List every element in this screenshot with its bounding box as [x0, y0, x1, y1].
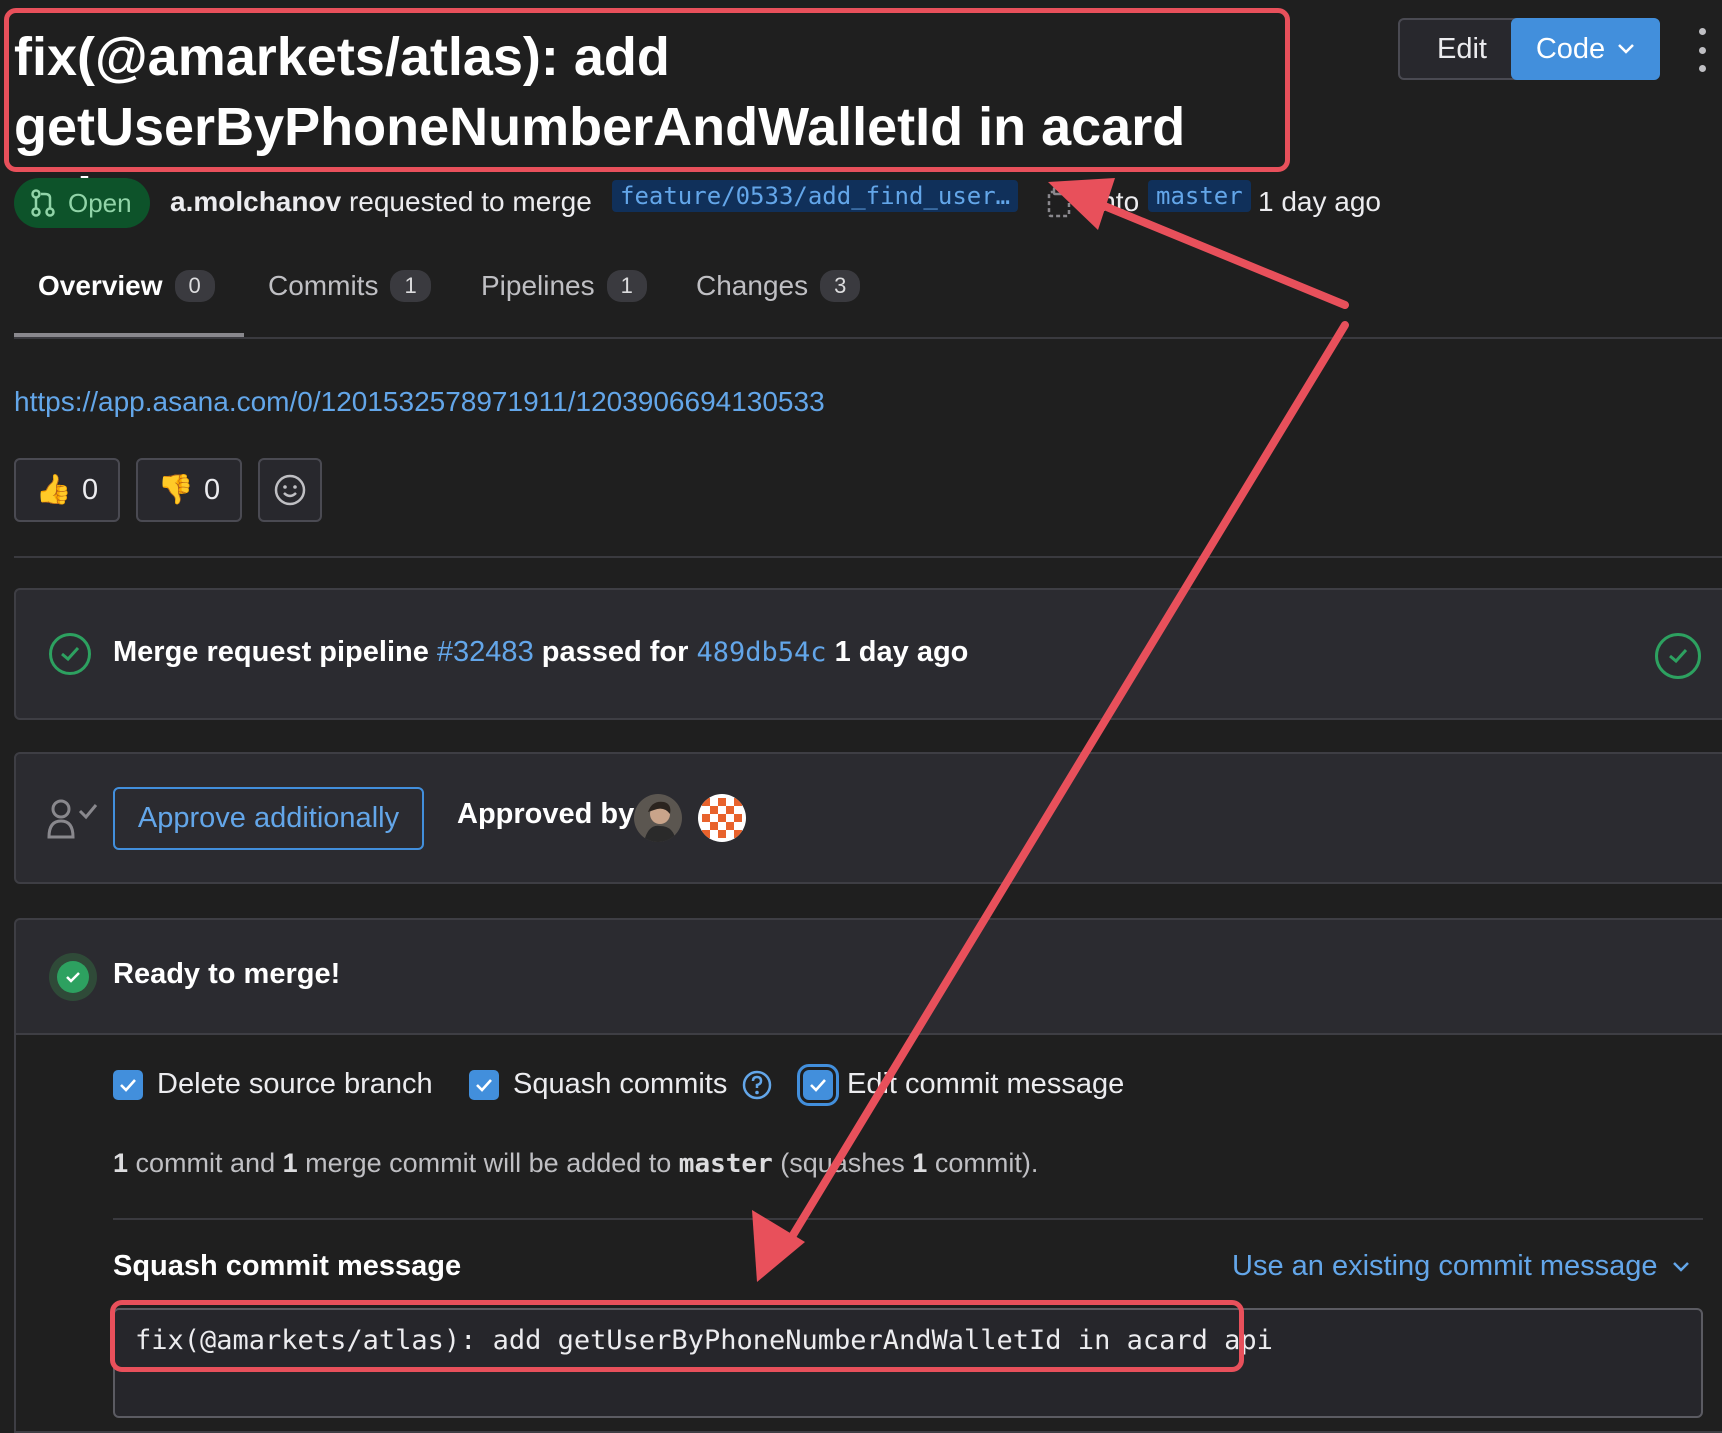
squash-commit-message-label: Squash commit message [113, 1250, 462, 1282]
tab-commits[interactable]: Commits 1 [268, 270, 431, 302]
code-button-label: Code [1535, 32, 1606, 65]
merge-meta: a.molchanov requested to merge [170, 182, 592, 222]
requested-text: requested to merge [348, 186, 592, 217]
pipeline-commit-link[interactable]: 489db54c [697, 637, 827, 668]
pipeline-stage-icon[interactable] [1655, 633, 1701, 679]
author-link[interactable]: a.molchanov [170, 186, 341, 217]
into-text: into [1094, 186, 1140, 217]
thumbs-down-icon: 👎 [157, 474, 194, 506]
divider [14, 556, 1722, 558]
edit-commit-message-label: Edit commit message [847, 1068, 1125, 1100]
created-time: 1 day ago [1258, 186, 1381, 217]
tab-overview[interactable]: Overview 0 [38, 270, 215, 302]
thumbs-up-icon: 👍 [35, 474, 72, 506]
merge-request-icon [31, 189, 55, 217]
tab-changes-label: Changes [696, 270, 809, 301]
approver-avatar[interactable] [634, 794, 682, 842]
tab-changes[interactable]: Changes 3 [696, 270, 861, 302]
pipeline-passed-icon[interactable] [49, 633, 91, 675]
ready-to-merge-title: Ready to merge! [113, 958, 341, 990]
chevron-down-icon [1618, 44, 1635, 54]
commit-message-highlight-box [110, 1300, 1244, 1372]
approval-user-check-icon [47, 799, 98, 839]
source-branch-link[interactable]: feature/0533/add_find_user… [612, 180, 1019, 212]
thumbs-up-button[interactable]: 👍 0 [14, 458, 120, 522]
thumbs-down-count: 0 [203, 473, 221, 506]
tab-overview-label: Overview [38, 270, 163, 301]
squash-commits-label: Squash commits [513, 1068, 728, 1100]
approver-avatar[interactable] [698, 794, 746, 842]
checkbox-checked-icon[interactable] [469, 1069, 499, 1100]
add-reaction-button[interactable] [258, 458, 322, 522]
use-existing-commit-message-dropdown[interactable]: Use an existing commit message [1232, 1250, 1690, 1283]
thumbs-down-button[interactable]: 👎 0 [136, 458, 242, 522]
checkbox-checked-icon[interactable] [113, 1069, 143, 1100]
tab-overview-count: 0 [174, 270, 215, 302]
status-label: Open [68, 187, 132, 218]
pipeline-prefix: Merge request pipeline [113, 636, 429, 668]
title-highlight-box [4, 8, 1290, 172]
tab-pipelines-label: Pipelines [481, 270, 595, 301]
pipeline-passed-for: passed for [541, 636, 689, 668]
more-actions-icon[interactable] [1693, 28, 1711, 72]
pipeline-status-text: Merge request pipeline #32483 passed for… [113, 636, 968, 669]
divider [113, 1218, 1703, 1220]
squash-commits-checkbox[interactable]: Squash commits [469, 1068, 773, 1101]
use-existing-commit-message-label: Use an existing commit message [1232, 1250, 1658, 1282]
approve-additionally-button[interactable]: Approve additionally [113, 787, 424, 850]
help-icon[interactable] [741, 1069, 773, 1101]
tabs-divider [14, 337, 1722, 339]
smiley-icon [274, 474, 306, 506]
code-dropdown-button[interactable]: Code [1511, 18, 1660, 80]
pipeline-id-link[interactable]: #32483 [437, 636, 534, 668]
tab-commits-count: 1 [390, 270, 431, 302]
merge-info-text: 1 commit and 1 merge commit will be adde… [113, 1148, 1039, 1179]
tab-pipelines-count: 1 [606, 270, 647, 302]
pipeline-time: 1 day ago [834, 636, 969, 668]
status-badge: Open [14, 178, 150, 228]
tab-changes-count: 3 [820, 270, 861, 302]
thumbs-up-count: 0 [81, 473, 99, 506]
chevron-down-icon [1672, 1261, 1689, 1272]
delete-source-branch-checkbox[interactable]: Delete source branch [113, 1068, 433, 1101]
edit-commit-message-checkbox[interactable]: Edit commit message [797, 1063, 1125, 1106]
target-branch-link[interactable]: master [1148, 180, 1251, 212]
tab-commits-label: Commits [268, 270, 379, 301]
checkbox-checked-icon[interactable] [797, 1063, 839, 1106]
copy-branch-icon[interactable] [1045, 186, 1075, 220]
edit-button[interactable]: Edit [1398, 18, 1526, 80]
target-branch-name: master [678, 1149, 773, 1179]
ready-check-icon [49, 953, 97, 1001]
delete-source-branch-label: Delete source branch [157, 1068, 433, 1100]
tab-pipelines[interactable]: Pipelines 1 [481, 270, 647, 302]
approved-by-label: Approved by [457, 798, 635, 830]
description-link[interactable]: https://app.asana.com/0/1201532578971911… [14, 386, 825, 418]
